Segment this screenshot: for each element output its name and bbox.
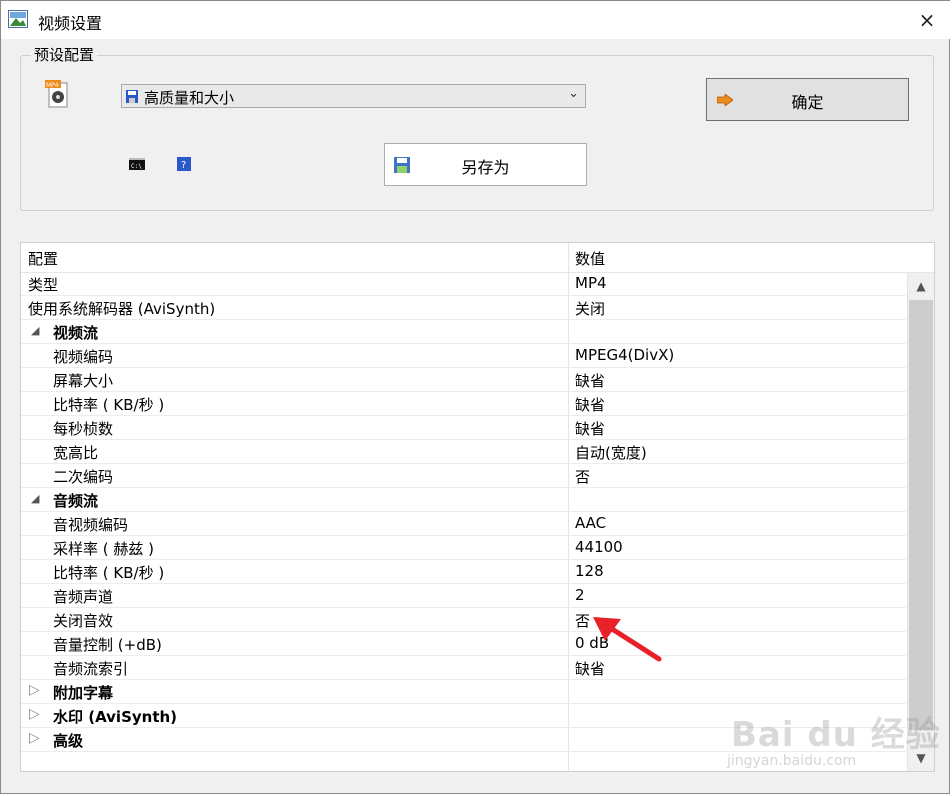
grid-row-aspect-ratio[interactable]: 宽高比 自动(宽度) xyxy=(21,440,906,464)
row-label: 视频编码 xyxy=(53,348,114,366)
row-value[interactable]: 关闭 xyxy=(575,298,605,319)
row-label: 每秒桢数 xyxy=(53,420,114,438)
svg-text:MP4: MP4 xyxy=(46,82,59,89)
video-settings-window: 视频设置 × 预设配置 MP4 高质量和大小 ⌄ 确定 另存为 C:\ ? 配置… xyxy=(0,0,951,794)
command-prompt-icon[interactable]: C:\ xyxy=(129,158,145,170)
preset-group-title: 预设配置 xyxy=(31,44,98,65)
baidu-watermark-url: jingyan.baidu.com xyxy=(727,753,857,769)
section-label: 附加字幕 xyxy=(53,684,114,702)
grid-row-sample-rate[interactable]: 采样率 ( 赫兹 ) 44100 xyxy=(21,536,906,560)
row-label: 音量控制 (+dB) xyxy=(53,636,162,654)
grid-section-audio-stream[interactable]: ◢ 音频流 xyxy=(21,488,906,512)
section-label: 水印 (AviSynth) xyxy=(53,708,178,726)
grid-header: 配置 数值 xyxy=(21,243,934,273)
column-header-config[interactable]: 配置 xyxy=(28,248,58,269)
row-label: 二次编码 xyxy=(53,468,114,486)
row-label: 音频声道 xyxy=(53,588,114,606)
grid-section-subtitles[interactable]: ▷ 附加字幕 xyxy=(21,680,906,704)
grid-row-audio-stream-index[interactable]: 音频流索引 缺省 xyxy=(21,656,906,680)
grid-row-audio-channels[interactable]: 音频声道 2 xyxy=(21,584,906,608)
expand-icon[interactable]: ▷ xyxy=(29,682,40,698)
ok-button-label: 确定 xyxy=(791,93,824,112)
property-grid: 配置 数值 类型 MP4 使用系统解码器 (AviSynth) 关闭 ◢ 视频流… xyxy=(20,242,935,772)
ok-button[interactable]: 确定 xyxy=(706,78,909,121)
expand-icon[interactable]: ▷ xyxy=(29,730,40,746)
row-label: 音频流索引 xyxy=(53,660,129,678)
scroll-thumb[interactable] xyxy=(909,300,933,730)
save-as-label: 另存为 xyxy=(461,158,510,177)
mp4-file-icon: MP4 xyxy=(45,80,68,108)
grid-row-screen-size[interactable]: 屏幕大小 缺省 xyxy=(21,368,906,392)
row-value[interactable]: 否 xyxy=(575,610,590,631)
row-value[interactable]: MPEG4(DivX) xyxy=(575,346,674,364)
row-value[interactable]: 缺省 xyxy=(575,394,605,415)
row-label: 类型 xyxy=(28,276,59,294)
svg-text:?: ? xyxy=(181,160,186,171)
help-icon[interactable]: ? xyxy=(177,157,191,171)
row-label: 采样率 ( 赫兹 ) xyxy=(53,540,155,558)
grid-row-frame-rate[interactable]: 每秒桢数 缺省 xyxy=(21,416,906,440)
grid-row-mute-audio[interactable]: 关闭音效 否 xyxy=(21,608,906,632)
close-button[interactable]: × xyxy=(909,5,945,35)
title-bar: 视频设置 × xyxy=(1,1,951,39)
svg-text:C:\: C:\ xyxy=(131,163,142,170)
floppy-icon xyxy=(126,90,138,103)
row-label: 音视频编码 xyxy=(53,516,129,534)
row-value[interactable]: 44100 xyxy=(575,538,623,556)
row-value[interactable]: MP4 xyxy=(575,274,607,292)
column-header-value[interactable]: 数值 xyxy=(575,248,605,269)
preset-selected-value: 高质量和大小 xyxy=(144,89,235,107)
row-label: 关闭音效 xyxy=(53,612,114,630)
section-label: 音频流 xyxy=(53,492,99,510)
baidu-watermark: Bai du 经验 xyxy=(731,715,941,755)
row-label: 比特率 ( KB/秒 ) xyxy=(53,564,165,582)
collapse-icon[interactable]: ◢ xyxy=(31,492,39,505)
row-value[interactable]: 缺省 xyxy=(575,370,605,391)
collapse-icon[interactable]: ◢ xyxy=(31,324,39,337)
window-title: 视频设置 xyxy=(38,14,103,33)
row-value[interactable]: 2 xyxy=(575,586,585,604)
preset-dropdown[interactable]: 高质量和大小 ⌄ xyxy=(121,84,586,108)
row-value[interactable]: 128 xyxy=(575,562,604,580)
app-icon xyxy=(8,10,28,28)
row-label: 使用系统解码器 (AviSynth) xyxy=(28,300,216,318)
annotation-arrow xyxy=(593,617,662,662)
grid-row-audio-codec[interactable]: 音视频编码 AAC xyxy=(21,512,906,536)
grid-row-video-bitrate[interactable]: 比特率 ( KB/秒 ) 缺省 xyxy=(21,392,906,416)
grid-row-volume-control[interactable]: 音量控制 (+dB) 0 dB xyxy=(21,632,906,656)
section-label: 高级 xyxy=(53,732,84,750)
grid-section-video-stream[interactable]: ◢ 视频流 xyxy=(21,320,906,344)
close-icon[interactable]: × xyxy=(919,8,936,32)
row-value[interactable]: 自动(宽度) xyxy=(575,442,647,463)
row-label: 宽高比 xyxy=(53,444,99,462)
grid-row-two-pass[interactable]: 二次编码 否 xyxy=(21,464,906,488)
row-value[interactable]: AAC xyxy=(575,514,606,532)
grid-row-type[interactable]: 类型 MP4 xyxy=(21,272,906,296)
row-label: 比特率 ( KB/秒 ) xyxy=(53,396,165,414)
grid-row-video-codec[interactable]: 视频编码 MPEG4(DivX) xyxy=(21,344,906,368)
section-label: 视频流 xyxy=(53,324,99,342)
row-value[interactable]: 缺省 xyxy=(575,418,605,439)
expand-icon[interactable]: ▷ xyxy=(29,706,40,722)
chevron-down-icon[interactable]: ⌄ xyxy=(568,86,579,101)
grid-row-system-decoder[interactable]: 使用系统解码器 (AviSynth) 关闭 xyxy=(21,296,906,320)
vertical-scrollbar[interactable]: ▲ ▼ xyxy=(907,273,934,771)
save-as-button[interactable]: 另存为 xyxy=(384,143,587,186)
row-label: 屏幕大小 xyxy=(53,372,114,390)
grid-row-audio-bitrate[interactable]: 比特率 ( KB/秒 ) 128 xyxy=(21,560,906,584)
scroll-up-button[interactable]: ▲ xyxy=(908,273,934,299)
row-value[interactable]: 否 xyxy=(575,466,590,487)
